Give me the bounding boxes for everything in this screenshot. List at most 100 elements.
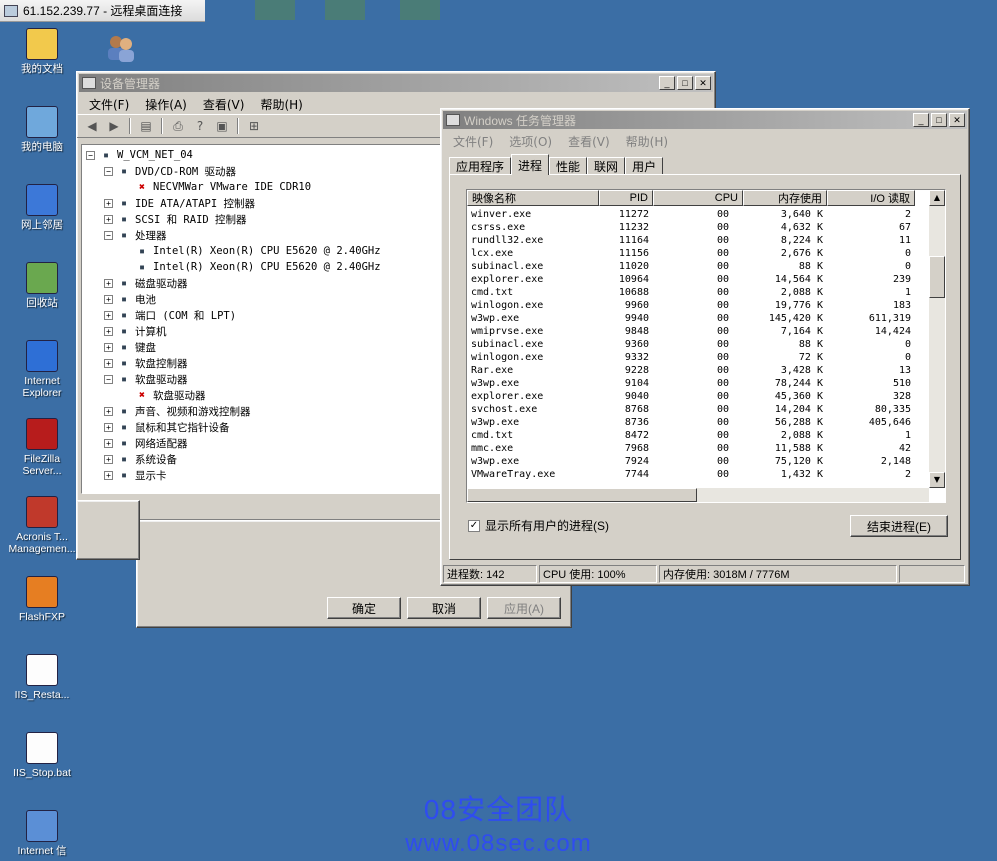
- tab-processes[interactable]: 进程: [511, 154, 550, 175]
- table-row[interactable]: VMwareTray.exe 7744 00 1,432 K 2: [467, 468, 929, 480]
- tree-node[interactable]: ✖ NECVMWar VMware IDE CDR10: [122, 179, 311, 195]
- table-row[interactable]: wmiprvse.exe 9848 00 7,164 K 14,424: [467, 325, 929, 338]
- desktop-icon[interactable]: 我的文档: [4, 28, 80, 75]
- forward-arrow-icon[interactable]: ▶: [105, 118, 123, 134]
- menu-action[interactable]: 操作(A): [137, 96, 195, 113]
- menu-options[interactable]: 选项(O): [501, 133, 560, 150]
- tree-node[interactable]: + ▪ 磁盘驱动器: [104, 275, 188, 291]
- menu-help[interactable]: 帮助(H): [618, 133, 676, 150]
- maximize-button[interactable]: □: [677, 76, 693, 90]
- table-row[interactable]: mmc.exe 7968 00 11,588 K 42: [467, 442, 929, 455]
- table-row[interactable]: csrss.exe 11232 00 4,632 K 67: [467, 221, 929, 234]
- expand-icon[interactable]: +: [104, 406, 113, 416]
- tree-node[interactable]: − ▪ 软盘驱动器: [104, 371, 188, 387]
- menu-view[interactable]: 查看(V): [195, 96, 253, 113]
- collapse-icon[interactable]: −: [104, 374, 113, 384]
- rdp-title-bar[interactable]: 61.152.239.77 - 远程桌面连接: [0, 0, 205, 22]
- tree-node[interactable]: + ▪ SCSI 和 RAID 控制器: [104, 211, 247, 227]
- tree-node[interactable]: + ▪ 计算机: [104, 323, 167, 339]
- table-row[interactable]: cmd.txt 10688 00 2,088 K 1: [467, 286, 929, 299]
- desktop-icon[interactable]: 我的电脑: [4, 106, 80, 153]
- tree-node[interactable]: ▪ Intel(R) Xeon(R) CPU E5620 @ 2.40GHz: [122, 259, 381, 275]
- tree-node[interactable]: ✖ 软盘驱动器: [122, 387, 206, 403]
- table-row[interactable]: w3wp.exe 7924 00 75,120 K 2,148: [467, 455, 929, 468]
- table-row[interactable]: winlogon.exe 9332 00 72 K 0: [467, 351, 929, 364]
- expand-icon[interactable]: +: [104, 294, 113, 304]
- scroll-thumb[interactable]: [929, 256, 945, 298]
- tree-node[interactable]: ▪ Intel(R) Xeon(R) CPU E5620 @ 2.40GHz: [122, 243, 381, 259]
- table-row[interactable]: cmd.txt 8472 00 2,088 K 1: [467, 429, 929, 442]
- table-row[interactable]: rundll32.exe 11164 00 8,224 K 11: [467, 234, 929, 247]
- table-row[interactable]: winver.exe 11272 00 3,640 K 2: [467, 208, 929, 221]
- desktop-icon[interactable]: IIS_Stop.bat: [4, 732, 80, 779]
- expand-icon[interactable]: +: [104, 342, 113, 352]
- expand-icon[interactable]: +: [104, 438, 113, 448]
- tree-node[interactable]: + ▪ 软盘控制器: [104, 355, 188, 371]
- collapse-icon[interactable]: −: [104, 166, 113, 176]
- table-row[interactable]: subinacl.exe 9360 00 88 K 0: [467, 338, 929, 351]
- scroll-down-button[interactable]: ▼: [929, 472, 945, 488]
- table-row[interactable]: winlogon.exe 9960 00 19,776 K 183: [467, 299, 929, 312]
- table-row[interactable]: Rar.exe 9228 00 3,428 K 13: [467, 364, 929, 377]
- vertical-scrollbar[interactable]: ▲ ▼: [929, 190, 945, 488]
- print-icon[interactable]: ⎙: [169, 118, 187, 134]
- tree-node[interactable]: + ▪ 声音、视频和游戏控制器: [104, 403, 251, 419]
- minimize-button[interactable]: _: [659, 76, 675, 90]
- collapse-icon[interactable]: −: [104, 230, 113, 240]
- table-row[interactable]: lcx.exe 11156 00 2,676 K 0: [467, 247, 929, 260]
- scroll-up-button[interactable]: ▲: [929, 190, 945, 206]
- tree-node[interactable]: + ▪ 端口 (COM 和 LPT): [104, 307, 236, 323]
- table-row[interactable]: svchost.exe 8768 00 14,204 K 80,335: [467, 403, 929, 416]
- column-cpu[interactable]: CPU: [653, 190, 743, 206]
- desktop-icon[interactable]: FileZilla Server...: [4, 418, 80, 477]
- expand-icon[interactable]: +: [104, 358, 113, 368]
- show-hide-tree-icon[interactable]: ▤: [137, 118, 155, 134]
- apply-button[interactable]: 应用(A): [487, 597, 561, 619]
- show-all-users-checkbox[interactable]: ✓ 显示所有用户的进程(S): [468, 517, 609, 534]
- properties-icon[interactable]: ▣: [213, 118, 231, 134]
- expand-icon[interactable]: +: [104, 198, 113, 208]
- collapse-icon[interactable]: −: [86, 150, 95, 160]
- tree-node[interactable]: + ▪ 显示卡: [104, 467, 167, 483]
- end-process-button[interactable]: 结束进程(E): [850, 515, 948, 537]
- cancel-button[interactable]: 取消: [407, 597, 481, 619]
- menu-file[interactable]: 文件(F): [445, 133, 501, 150]
- desktop-icon[interactable]: Acronis T... Managemen...: [4, 496, 80, 555]
- process-list[interactable]: 映像名称 PID CPU 内存使用 I/O 读取 winver.exe 11272…: [466, 189, 946, 503]
- column-image-name[interactable]: 映像名称: [467, 190, 599, 206]
- tree-node[interactable]: + ▪ 网络适配器: [104, 435, 188, 451]
- scan-hardware-icon[interactable]: ⊞: [245, 118, 263, 134]
- device-tree[interactable]: − ▪ W_VCM_NET_04− ▪ DVD/CD-ROM 驱动器 ✖ NECVMWar …: [81, 144, 443, 494]
- expand-icon[interactable]: +: [104, 278, 113, 288]
- back-arrow-icon[interactable]: ◀: [83, 118, 101, 134]
- tree-node[interactable]: + ▪ 鼠标和其它指针设备: [104, 419, 230, 435]
- task-manager-title-bar[interactable]: Windows 任务管理器 _ □ ✕: [443, 111, 967, 129]
- table-row[interactable]: w3wp.exe 9940 00 145,420 K 611,319: [467, 312, 929, 325]
- tree-node[interactable]: + ▪ IDE ATA/ATAPI 控制器: [104, 195, 255, 211]
- table-row[interactable]: w3wp.exe 9104 00 78,244 K 510: [467, 377, 929, 390]
- tree-node[interactable]: + ▪ 键盘: [104, 339, 156, 355]
- table-row[interactable]: explorer.exe 9040 00 45,360 K 328: [467, 390, 929, 403]
- desktop-icon[interactable]: IIS_Resta...: [4, 654, 80, 701]
- menu-view[interactable]: 查看(V): [560, 133, 618, 150]
- close-button[interactable]: ✕: [695, 76, 711, 90]
- minimize-button[interactable]: _: [913, 113, 929, 127]
- menu-help[interactable]: 帮助(H): [252, 96, 310, 113]
- desktop-icon[interactable]: Internet Explorer: [4, 340, 80, 399]
- ok-button[interactable]: 确定: [327, 597, 401, 619]
- desktop-icon[interactable]: 网上邻居: [4, 184, 80, 231]
- tree-node[interactable]: + ▪ 系统设备: [104, 451, 177, 467]
- tab-performance[interactable]: 性能: [549, 157, 588, 175]
- desktop-icon-admin-tools[interactable]: [82, 32, 158, 67]
- help-icon[interactable]: ?: [191, 118, 209, 134]
- column-io-read[interactable]: I/O 读取: [827, 190, 915, 206]
- maximize-button[interactable]: □: [931, 113, 947, 127]
- expand-icon[interactable]: +: [104, 470, 113, 480]
- device-manager-title-bar[interactable]: 设备管理器 _ □ ✕: [79, 74, 713, 92]
- tree-node[interactable]: − ▪ 处理器: [104, 227, 167, 243]
- expand-icon[interactable]: +: [104, 422, 113, 432]
- column-pid[interactable]: PID: [599, 190, 653, 206]
- expand-icon[interactable]: +: [104, 310, 113, 320]
- desktop-icon[interactable]: 回收站: [4, 262, 80, 309]
- close-button[interactable]: ✕: [949, 113, 965, 127]
